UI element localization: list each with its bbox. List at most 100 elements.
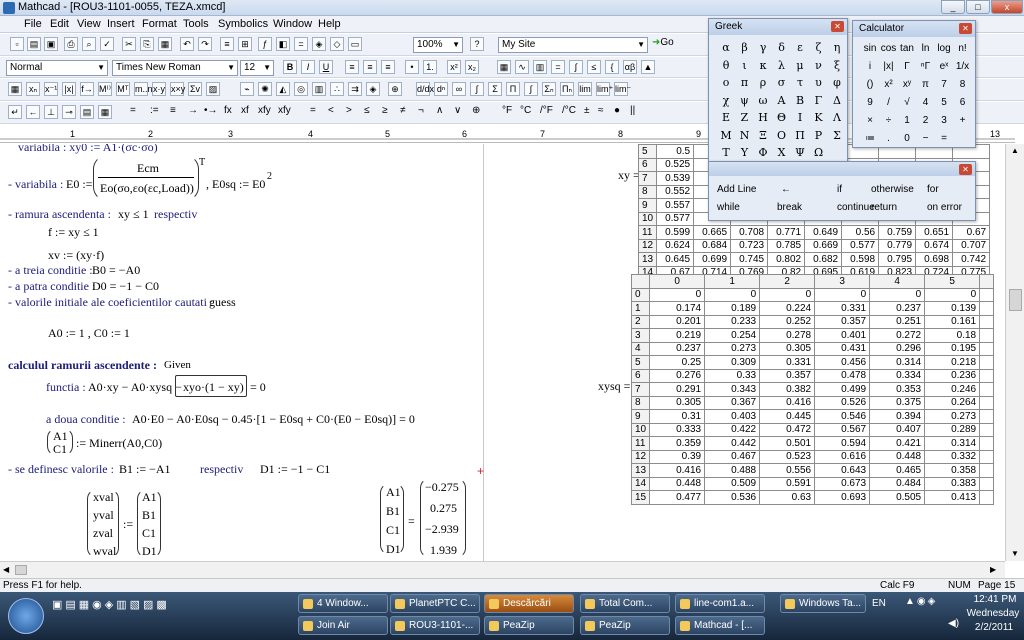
table-cell[interactable]: 0.546	[814, 409, 871, 424]
greek-letter-button[interactable]: Α	[773, 94, 791, 107]
row-index[interactable]: 11	[637, 225, 658, 240]
inverse-icon[interactable]: x⁻¹	[44, 82, 58, 96]
eq-op-3[interactable]: →	[188, 105, 198, 116]
italic-button[interactable]: I	[301, 60, 315, 74]
copy-icon[interactable]: ⎘	[140, 37, 154, 51]
quick-launch-icons[interactable]: ▣▤▦◉◈▥▧▨▩	[52, 598, 170, 611]
calculator-key-button[interactable]: 6	[952, 97, 974, 108]
table-cell[interactable]: 0.39	[649, 449, 706, 464]
new-icon[interactable]: ▫	[10, 37, 24, 51]
table-cell[interactable]: 0.331	[759, 355, 816, 370]
table-cell[interactable]: 0.501	[759, 436, 816, 451]
table-cell[interactable]: 0.343	[704, 382, 761, 397]
menu-view[interactable]: View	[77, 18, 101, 30]
bool-op-9[interactable]: ⊕	[472, 105, 480, 116]
xv-def[interactable]: xv := (xy·f)	[48, 248, 104, 263]
greek-letter-button[interactable]: Φ	[754, 146, 772, 159]
taskbar-item[interactable]: PeaZip	[484, 616, 574, 635]
style-select[interactable]: Normal ▼	[6, 60, 108, 76]
greek-letter-button[interactable]: δ	[773, 41, 791, 54]
greek-letter-button[interactable]: χ	[717, 94, 735, 107]
xy-plot-icon[interactable]: ⌁	[240, 82, 254, 96]
greek-letter-button[interactable]: Η	[754, 111, 772, 124]
table-cell[interactable]: 0.649	[804, 225, 843, 240]
table-cell[interactable]: 0.699	[693, 252, 732, 267]
e0-def[interactable]: E0 :=	[66, 177, 92, 192]
greek-letter-button[interactable]: Ν	[736, 129, 754, 142]
bool-op-3[interactable]: ≤	[364, 105, 370, 116]
table-cell[interactable]: 0.291	[649, 382, 706, 397]
table-cell[interactable]: 0.759	[878, 225, 917, 240]
print-preview-icon[interactable]: ⌕	[82, 37, 96, 51]
table-cell[interactable]: 0	[759, 287, 816, 302]
table-cell[interactable]: 0.233	[704, 314, 761, 329]
equals-icon[interactable]: =	[294, 37, 308, 51]
redo-icon[interactable]: ↷	[198, 37, 212, 51]
eq-op-7[interactable]: xfy	[258, 105, 271, 116]
greek-letter-button[interactable]: θ	[717, 59, 735, 72]
programming-key-button[interactable]: if	[837, 184, 842, 195]
table-cell[interactable]: 0.488	[704, 463, 761, 478]
table-cell[interactable]: 0.273	[924, 409, 981, 424]
scroll-up-icon[interactable]: ▲	[1011, 146, 1019, 155]
volume-icon[interactable]: ◀)	[948, 618, 959, 629]
polar-plot-icon[interactable]: ✺	[258, 82, 272, 96]
table-cell[interactable]: 0.599	[656, 225, 695, 240]
table-cell[interactable]: 0.802	[767, 252, 806, 267]
row-index[interactable]: 14	[630, 476, 651, 491]
table-cell[interactable]: 0	[869, 287, 926, 302]
table-cell[interactable]: 0.273	[704, 341, 761, 356]
table-cell[interactable]: 0.252	[759, 314, 816, 329]
boolean-toolbar-icon[interactable]: ≤	[587, 60, 601, 74]
greek-letter-button[interactable]: Ε	[717, 111, 735, 124]
table-icon[interactable]: ▤	[80, 105, 94, 119]
row-index[interactable]: 12	[637, 238, 658, 253]
table-cell[interactable]: 0.195	[924, 341, 981, 356]
table-cell[interactable]: 0.276	[649, 368, 706, 383]
greek-letter-button[interactable]: ν	[810, 59, 828, 72]
greek-letter-button[interactable]: π	[736, 76, 754, 89]
subscript-icon[interactable]: x₂	[465, 60, 479, 74]
programming-key-button[interactable]: ←	[781, 184, 791, 195]
greek-letter-button[interactable]: κ	[754, 59, 772, 72]
greek-letter-button[interactable]: ι	[736, 59, 754, 72]
table-cell[interactable]: 0	[649, 287, 706, 302]
start-button[interactable]	[8, 598, 44, 634]
unit-1[interactable]: °C	[520, 105, 531, 116]
sum-vector-icon[interactable]: Σv	[188, 82, 202, 96]
close-button[interactable]: x	[991, 0, 1023, 14]
table-cell[interactable]: 0.237	[869, 301, 926, 316]
insert-region-icon[interactable]: ▭	[348, 37, 362, 51]
row-index[interactable]: 1	[630, 301, 651, 316]
eq-op-5[interactable]: fx	[224, 105, 232, 116]
programming-key-button[interactable]: Add Line	[717, 184, 756, 195]
taskbar-item[interactable]: ROU3-1101-...	[390, 616, 480, 635]
table-cell[interactable]: 0.219	[649, 328, 706, 343]
unit-4[interactable]: ±	[584, 105, 590, 116]
table-cell[interactable]: 0.296	[869, 341, 926, 356]
greek-letter-button[interactable]: α	[717, 41, 735, 54]
go-button[interactable]: ➜Go	[652, 37, 674, 48]
vectorize-icon[interactable]: f→	[80, 82, 94, 96]
table-cell[interactable]: 0.224	[759, 301, 816, 316]
table-cell[interactable]: 0.333	[649, 422, 706, 437]
table-cell[interactable]: 0.416	[649, 463, 706, 478]
taskbar-item[interactable]: PeaZip	[580, 616, 670, 635]
subscript-index-icon[interactable]: xₙ	[26, 82, 40, 96]
font-size-select[interactable]: 12 ▼	[240, 60, 274, 76]
maximize-button[interactable]: □	[966, 0, 990, 14]
bool-op-2[interactable]: >	[346, 105, 352, 116]
functia-expr[interactable]: A0·xy − A0·xysq −	[88, 380, 182, 395]
table-cell[interactable]: 0.779	[878, 238, 917, 253]
row-index[interactable]: 7	[637, 171, 658, 186]
table-cell[interactable]: 0.272	[869, 328, 926, 343]
greek-letter-button[interactable]: ξ	[828, 59, 846, 72]
greek-letter-button[interactable]: Ι	[791, 111, 809, 124]
table-cell[interactable]: 0.594	[814, 436, 871, 451]
greek-letter-button[interactable]: μ	[791, 59, 809, 72]
unit-0[interactable]: °F	[502, 105, 512, 116]
infinity-icon[interactable]: ∞	[452, 82, 466, 96]
help-icon[interactable]: ?	[470, 37, 484, 51]
programming-key-button[interactable]: continue	[837, 202, 875, 213]
table-cell[interactable]: 0.509	[704, 476, 761, 491]
